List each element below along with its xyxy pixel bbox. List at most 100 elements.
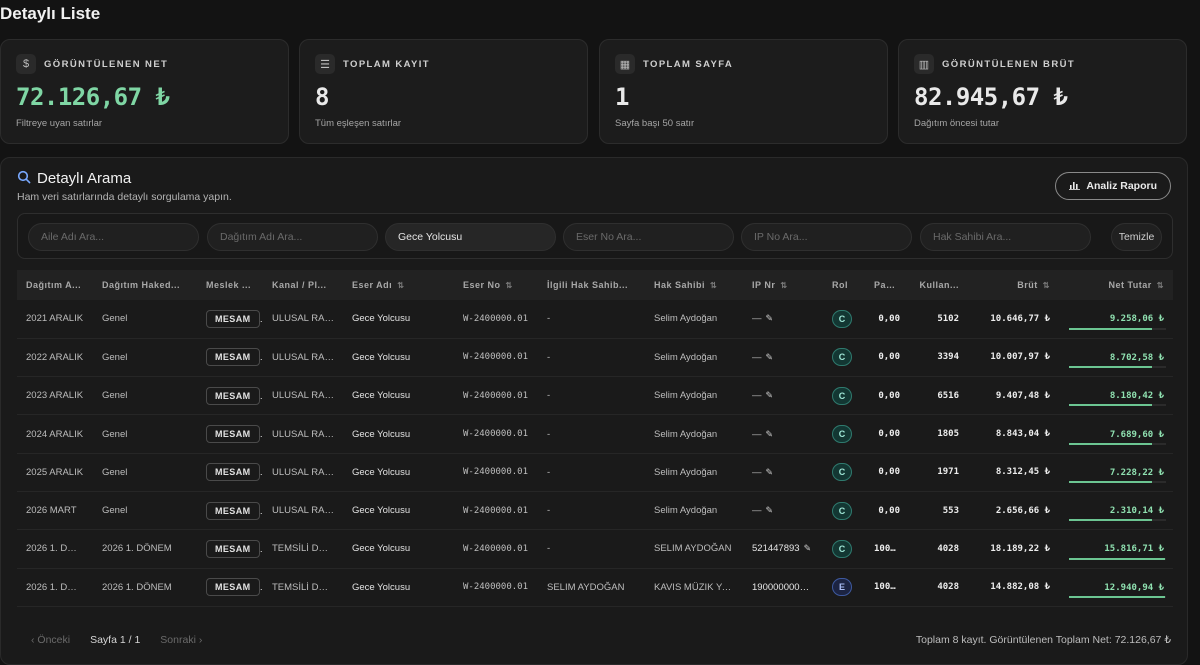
bar-chart-icon <box>1069 180 1081 193</box>
edit-pencil-icon[interactable]: ✎ <box>766 505 774 515</box>
edit-pencil-icon[interactable]: ✎ <box>809 582 817 592</box>
cell-share: 0,00 <box>878 352 900 363</box>
society-badge: MESAM <box>206 539 260 558</box>
previous-page-button[interactable]: ‹ Önceki <box>31 634 70 646</box>
cell-gross: 9.407,48 ₺ <box>995 390 1050 401</box>
work-name-search-input[interactable] <box>385 223 556 251</box>
ip-value: — <box>752 313 762 325</box>
stat-card-total-records: ☰ TOPLAM KAYIT 8 Tüm eşleşen satırlar <box>299 39 588 144</box>
col-header-label: Hak Sahibi <box>654 280 706 290</box>
cell-channel: TEMSİLİ DAĞITIM <box>272 543 343 555</box>
family-name-search-input[interactable] <box>28 223 199 251</box>
edit-pencil-icon[interactable]: ✎ <box>804 543 812 553</box>
net-ratio-fill <box>1069 327 1153 330</box>
cell-work-name: Gece Yolcusu <box>352 581 411 593</box>
cell-work-no: W-2400000.01 <box>463 313 529 324</box>
society-badge: MESAM <box>206 501 260 520</box>
cell-right-holder: Selim Aydoğan <box>654 313 718 325</box>
col-header-distribution[interactable]: Dağıtım A... <box>17 270 93 300</box>
cell-related-holder: - <box>547 390 551 402</box>
col-header-work-no[interactable]: Eser No ⇅ <box>454 270 538 300</box>
col-header-society[interactable]: Meslek ... <box>197 270 263 300</box>
cell-role: C <box>823 300 865 338</box>
col-header-net[interactable]: Net Tutar ⇅ <box>1059 270 1173 300</box>
search-icon <box>17 170 31 187</box>
cell-related-holder: - <box>547 543 551 555</box>
table-row[interactable]: 2024 ARALIK Genel MESAM ULUSAL RADYO Gec… <box>17 415 1173 454</box>
stat-value: 72.126,67 ₺ <box>16 83 170 111</box>
col-header-label: Brüt <box>1017 280 1038 290</box>
cell-usage: 3394 <box>937 352 959 363</box>
edit-pencil-icon[interactable]: ✎ <box>766 352 774 362</box>
col-header-right-holder[interactable]: Hak Sahibi ⇅ <box>645 270 743 300</box>
stat-value: 82.945,67 ₺ <box>914 83 1068 111</box>
stat-subtitle: Filtreye uyan satırlar <box>16 118 103 129</box>
distribution-name-search-input[interactable] <box>207 223 378 251</box>
cell-usage: 1971 <box>937 467 959 478</box>
col-header-related-holder[interactable]: İlgili Hak Sahib... <box>538 270 645 300</box>
ip-value: — <box>752 428 762 440</box>
col-header-work-name[interactable]: Eser Adı ⇅ <box>343 270 454 300</box>
ip-value: — <box>752 390 762 402</box>
net-ratio-fill <box>1069 557 1166 560</box>
page-indicator: Sayfa 1 / 1 <box>90 634 141 646</box>
edit-pencil-icon[interactable]: ✎ <box>766 390 774 400</box>
cell-channel: TEMSİLİ DAĞITIM <box>272 581 343 593</box>
sort-icon: ⇅ <box>505 281 513 290</box>
cell-gross: 14.882,08 ₺ <box>990 582 1050 593</box>
net-ratio-fill <box>1069 404 1153 407</box>
cell-role: C <box>823 338 865 376</box>
table-row[interactable]: 2026 1. DÖNEM 2026 1. DÖNEM MESAM TEMSİL… <box>17 530 1173 569</box>
analysis-report-button[interactable]: Analiz Raporu <box>1055 172 1171 200</box>
cell-society: MESAM <box>197 300 263 338</box>
net-ratio-bar <box>1069 366 1166 369</box>
right-holder-search-input[interactable] <box>920 223 1091 251</box>
table-row[interactable]: 2026 1. DÖNEM 2026 1. DÖNEM MESAM TEMSİL… <box>17 568 1173 607</box>
edit-pencil-icon[interactable]: ✎ <box>766 313 774 323</box>
stat-card-total-pages: ▦ TOPLAM SAYFA 1 Sayfa başı 50 satır <box>599 39 888 144</box>
col-header-label: Net Tutar <box>1108 280 1152 290</box>
clear-button[interactable]: Temizle <box>1111 223 1162 251</box>
col-header-ip-no[interactable]: IP Nr ⇅ <box>743 270 823 300</box>
role-badge: C <box>832 348 852 367</box>
work-no-search-input[interactable] <box>563 223 734 251</box>
ip-value: — <box>752 351 762 363</box>
col-header-channel[interactable]: Kanal / Pl... <box>263 270 343 300</box>
table-row[interactable]: 2021 ARALIK Genel MESAM ULUSAL RADYO Gec… <box>17 300 1173 339</box>
cell-role: E <box>823 568 865 606</box>
cell-related-holder: - <box>547 505 551 517</box>
cell-entitlement: 2026 1. DÖNEM <box>102 581 172 593</box>
ip-value: — <box>752 505 762 517</box>
cell-work-no: W-2400000.01 <box>463 543 529 554</box>
net-ratio-bar <box>1069 519 1166 522</box>
panel-title: Detaylı Arama <box>17 170 131 187</box>
col-header-entitlement[interactable]: Dağıtım Haked... <box>93 270 197 300</box>
society-badge: MESAM <box>206 386 260 405</box>
col-header-role[interactable]: Rol <box>823 270 865 300</box>
next-page-button[interactable]: Sonraki › <box>160 634 202 646</box>
edit-pencil-icon[interactable]: ✎ <box>766 429 774 439</box>
cell-entitlement: 2026 1. DÖNEM <box>102 543 172 555</box>
filter-bar: Temizle <box>17 213 1173 259</box>
table-row[interactable]: 2025 ARALIK Genel MESAM ULUSAL RADYO Gec… <box>17 453 1173 492</box>
cell-ip-no: 1900000001 ✎ <box>743 568 823 606</box>
table-row[interactable]: 2026 MART Genel MESAM ULUSAL RADYO Gece … <box>17 491 1173 530</box>
col-header-share[interactable]: Pay ... <box>865 270 909 300</box>
table-row[interactable]: 2022 ARALIK Genel MESAM ULUSAL RADYO Gec… <box>17 338 1173 377</box>
col-header-usage[interactable]: Kullan... <box>909 270 968 300</box>
society-badge: MESAM <box>206 578 260 597</box>
table-row[interactable]: 2023 ARALIK Genel MESAM ULUSAL RADYO Gec… <box>17 377 1173 415</box>
col-header-label: Eser Adı <box>352 280 393 290</box>
cell-net: 9.258,06 ₺ <box>1059 300 1173 338</box>
cell-work-no: W-2400000.01 <box>463 582 529 593</box>
cell-work-name: Gece Yolcusu <box>352 466 411 478</box>
cell-share: 100,00 <box>874 582 907 593</box>
cell-distribution: 2024 ARALIK <box>26 428 84 440</box>
cell-related-holder: - <box>547 351 551 363</box>
edit-pencil-icon[interactable]: ✎ <box>766 467 774 477</box>
net-value: 8.180,42 ₺ <box>1109 391 1164 402</box>
net-value: 7.689,60 ₺ <box>1109 429 1164 440</box>
col-header-gross[interactable]: Brüt ⇅ <box>968 270 1059 300</box>
role-badge: C <box>832 501 852 520</box>
ip-no-search-input[interactable] <box>741 223 912 251</box>
